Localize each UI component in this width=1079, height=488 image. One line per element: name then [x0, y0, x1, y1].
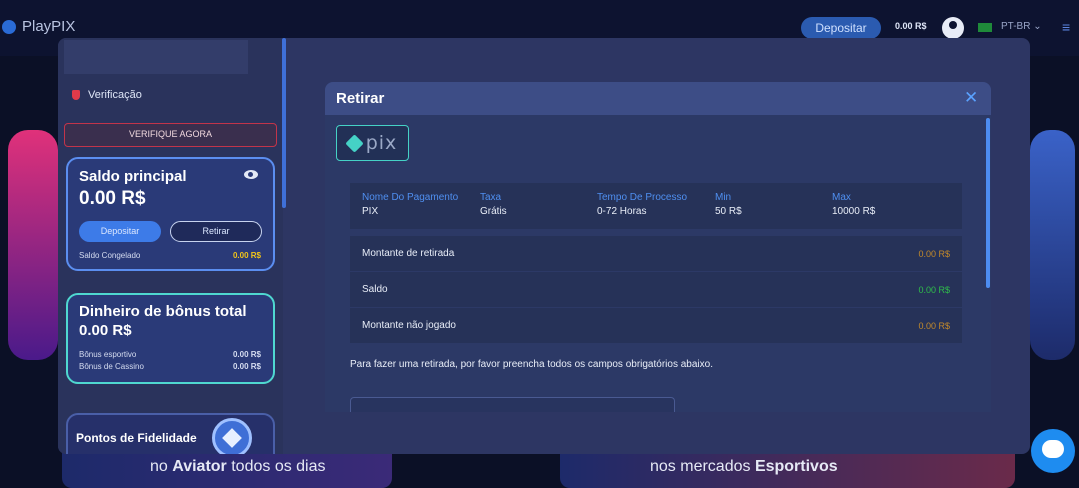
column-value: PIX	[362, 206, 379, 217]
bonus-amount: 0.00 R$	[79, 322, 132, 339]
header-balance: 0.00 R$	[895, 21, 927, 31]
verify-now-button[interactable]: VERIFIQUE AGORA	[64, 123, 277, 147]
column-header: Tempo De Processo	[597, 192, 688, 203]
column-header: Max	[832, 192, 851, 203]
row-value: 0.00 R$	[918, 248, 950, 259]
casino-bonus-value: 0.00 R$	[232, 362, 261, 371]
withdraw-title: Retirar	[336, 90, 385, 107]
background-banner-right-edge	[1030, 130, 1075, 360]
casino-bonus-label: Bônus de Cassino	[79, 362, 144, 371]
column-header: Nome Do Pagamento	[362, 192, 459, 203]
withdraw-amount-row: Montante de retirada 0.00 R$	[350, 236, 962, 271]
unplayed-amount-row: Montante não jogado 0.00 R$	[350, 308, 962, 343]
max-column: Max 10000 R$	[832, 192, 875, 217]
withdraw-instructions: Para fazer uma retirada, por favor preen…	[350, 359, 713, 370]
eye-icon[interactable]	[244, 170, 258, 179]
background-banner-left-edge	[8, 130, 58, 360]
card-withdraw-button[interactable]: Retirar	[170, 221, 262, 242]
sidebar-scrollbar[interactable]	[282, 38, 286, 208]
column-header: Min	[715, 192, 732, 203]
promo-text-sports: nos mercados Esportivos	[650, 458, 838, 475]
sports-bonus-label: Bônus esportivo	[79, 350, 137, 359]
frozen-balance-row: Saldo Congelado 0.00 R$	[79, 251, 261, 260]
column-header: Taxa	[480, 192, 502, 203]
payment-method-pix[interactable]: pix	[336, 125, 409, 161]
loyalty-badge-icon	[212, 418, 252, 454]
bonus-title: Dinheiro de bônus total	[79, 303, 247, 320]
deposit-button[interactable]: Depositar	[801, 17, 881, 39]
balance-row: Saldo 0.00 R$	[350, 272, 962, 307]
account-sidebar: Verificação VERIFIQUE AGORA Saldo princi…	[58, 38, 283, 454]
close-icon[interactable]: ✕	[964, 88, 978, 108]
menu-icon[interactable]: ≡	[1062, 19, 1070, 35]
main-balance-card: Saldo principal 0.00 R$ Depositar Retira…	[66, 157, 275, 271]
row-label: Saldo	[362, 284, 388, 295]
chat-support-icon[interactable]	[1031, 429, 1075, 473]
column-value: 10000 R$	[832, 206, 876, 217]
sports-bonus-row: Bônus esportivo 0.00 R$	[79, 350, 261, 359]
logo-text: PlayPIX	[22, 18, 76, 35]
loyalty-card[interactable]: Pontos de Fidelidade	[66, 413, 275, 454]
account-modal: Verificação VERIFIQUE AGORA Saldo princi…	[58, 38, 1030, 454]
withdraw-scrollbar[interactable]	[986, 118, 990, 288]
main-balance-title: Saldo principal	[79, 168, 187, 185]
app-logo[interactable]: PlayPIX	[2, 18, 75, 35]
min-column: Min 50 R$	[715, 192, 742, 217]
row-label: Montante de retirada	[362, 248, 455, 259]
pix-logo-text: pix	[365, 132, 398, 154]
language-selector[interactable]: PT-BR ⌄	[1001, 21, 1042, 32]
shield-icon	[72, 90, 80, 100]
row-label: Montante não jogado	[362, 320, 456, 331]
frozen-balance-label: Saldo Congelado	[79, 251, 141, 260]
promo-text-aviator: no Aviator todos os dias	[150, 458, 326, 475]
card-deposit-button[interactable]: Depositar	[79, 221, 161, 242]
sports-bonus-value: 0.00 R$	[232, 350, 261, 359]
withdraw-panel: Retirar ✕ pix Nome Do Pagamento PIX Taxa…	[325, 82, 991, 412]
casino-bonus-row: Bônus de Cassino 0.00 R$	[79, 362, 261, 371]
logo-icon	[2, 19, 16, 34]
fee-column: Taxa Grátis	[480, 192, 507, 217]
main-balance-amount: 0.00 R$	[79, 188, 146, 209]
column-value: 50 R$	[715, 206, 742, 217]
row-value: 0.00 R$	[918, 284, 950, 295]
pix-icon	[345, 133, 364, 153]
row-value: 0.00 R$	[918, 320, 950, 331]
column-value: Grátis	[480, 206, 507, 217]
process-time-column: Tempo De Processo 0-72 Horas	[597, 192, 687, 217]
column-value: 0-72 Horas	[597, 206, 647, 217]
user-avatar-icon[interactable]	[942, 17, 964, 39]
verification-item[interactable]: Verificação	[72, 89, 142, 101]
withdraw-header: Retirar ✕	[325, 82, 991, 115]
frozen-balance-value: 0.00 R$	[232, 251, 261, 260]
verification-label: Verificação	[88, 89, 142, 101]
bonus-balance-card: Dinheiro de bônus total 0.00 R$ Bônus es…	[66, 293, 275, 384]
user-info-box	[64, 40, 248, 74]
amount-input-field[interactable]	[350, 397, 675, 412]
loyalty-title: Pontos de Fidelidade	[76, 431, 197, 445]
flag-icon[interactable]	[978, 23, 992, 32]
payment-info-table: Nome Do Pagamento PIX Taxa Grátis Tempo …	[350, 183, 962, 229]
payment-name-column: Nome Do Pagamento PIX	[362, 192, 458, 217]
